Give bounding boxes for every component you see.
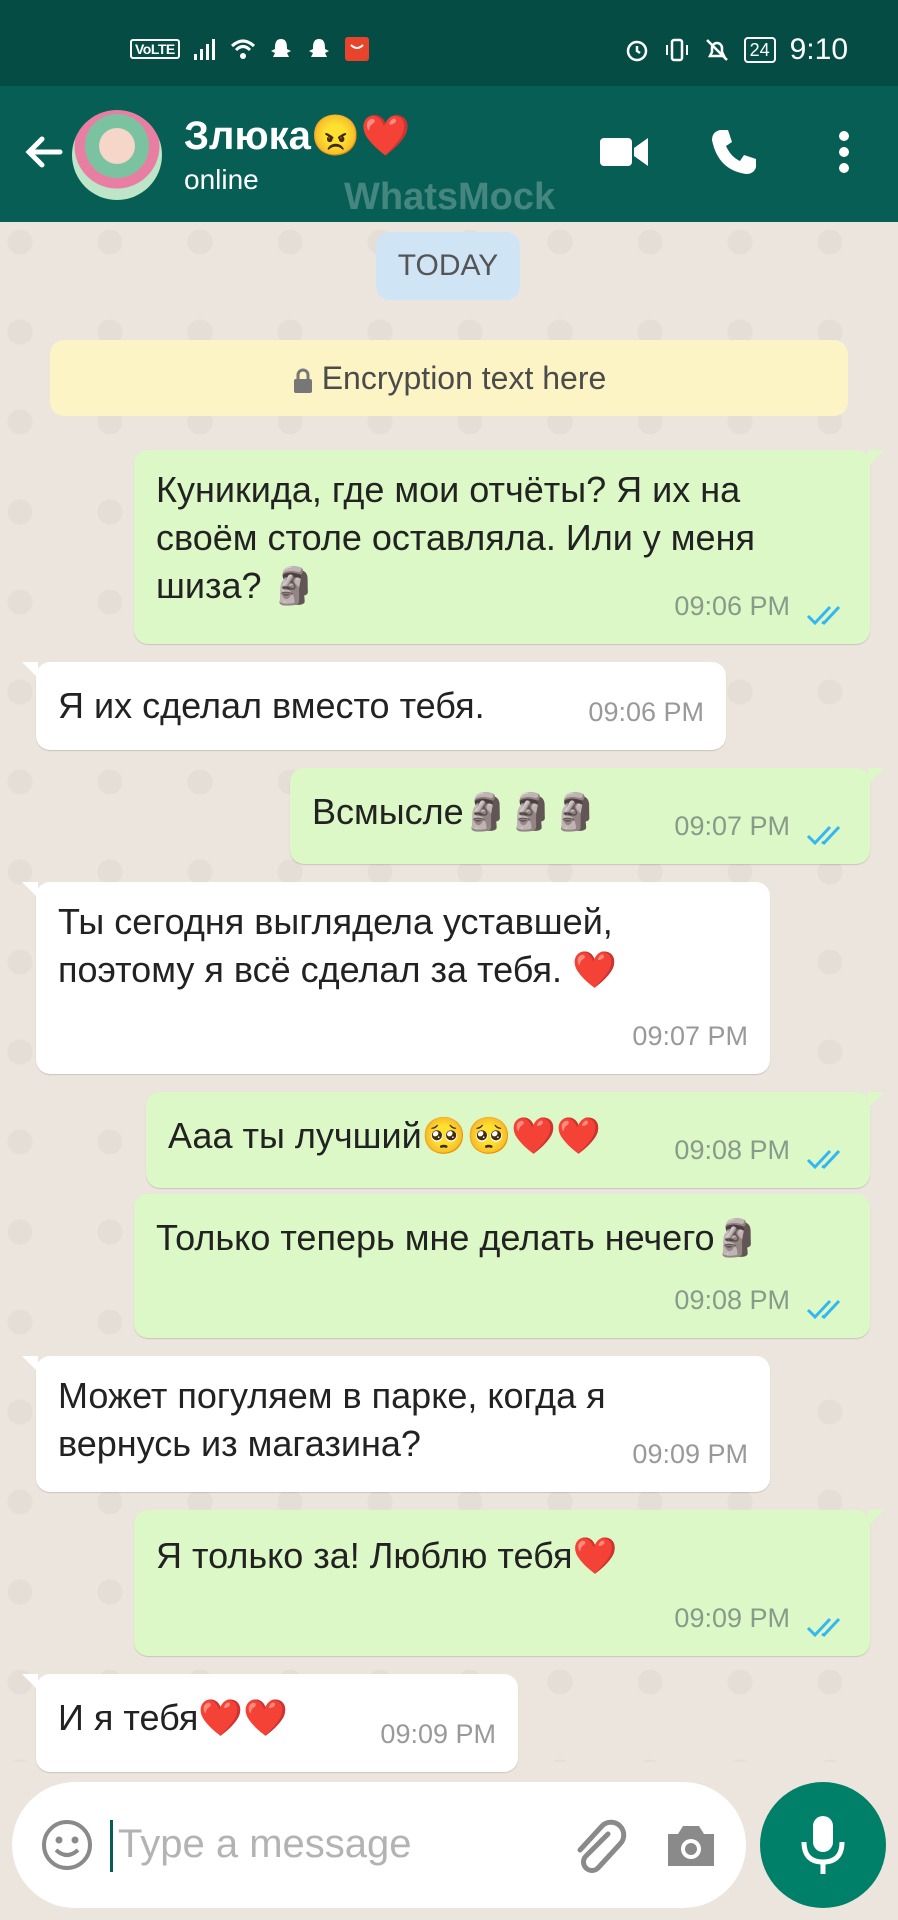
message-text: Ааа ты лучший🥺🥺❤️❤️ <box>168 1115 601 1156</box>
double-check-icon <box>806 825 841 846</box>
message-bubble[interactable]: И я тебя❤️❤️ 09:09 PM <box>22 1674 518 1772</box>
status-right: 24 9:10 <box>624 33 848 67</box>
message-text: Я только за! Люблю тебя❤️ <box>156 1535 618 1576</box>
message-time: 09:06 PM <box>674 591 790 621</box>
message-time: 09:09 PM <box>380 1719 496 1749</box>
message-bubble[interactable]: Я их сделал вместо тебя. 09:06 PM <box>22 662 726 750</box>
vibrate-icon <box>665 38 688 62</box>
clock: 9:10 <box>789 33 848 66</box>
message-time: 09:09 PM <box>632 1439 748 1469</box>
camera-icon[interactable] <box>662 1818 720 1874</box>
message-bubble[interactable]: Может погуляем в парке, когда я вернусь … <box>22 1356 770 1492</box>
snapchat-icon <box>270 39 291 57</box>
message-bubble[interactable]: Куникида, где мои отчёты? Я их на своём … <box>134 450 884 644</box>
message-input[interactable]: Type a message <box>118 1822 412 1867</box>
aliexpress-icon <box>344 37 369 61</box>
mic-icon <box>801 1816 845 1874</box>
contact-avatar[interactable] <box>72 110 162 200</box>
snapchat-icon-2 <box>308 39 329 57</box>
phone-icon[interactable] <box>706 124 762 180</box>
encryption-notice[interactable]: Encryption text here <box>50 340 848 416</box>
message-time: 09:07 PM <box>632 1021 748 1051</box>
message-time: 09:06 PM <box>588 697 704 727</box>
message-time: 09:09 PM <box>674 1603 790 1633</box>
video-call-icon[interactable] <box>596 124 652 180</box>
wifi-icon <box>230 39 255 59</box>
watermark: WhatsMock <box>344 176 556 218</box>
message-bubble[interactable]: Всмысле🗿🗿🗿 09:07 PM <box>290 768 884 864</box>
double-check-icon <box>806 1149 841 1170</box>
message-time: 09:07 PM <box>674 811 790 841</box>
message-time: 09:08 PM <box>674 1285 790 1315</box>
signal-icon <box>193 39 215 60</box>
message-composer[interactable]: Type a message <box>12 1782 746 1908</box>
double-check-icon <box>806 1617 841 1638</box>
message-text: Только теперь мне делать нечего🗿 <box>156 1217 760 1258</box>
mute-icon <box>705 39 728 61</box>
mic-button[interactable] <box>760 1782 886 1908</box>
message-bubble[interactable]: Ааа ты лучший🥺🥺❤️❤️ 09:08 PM <box>146 1092 884 1188</box>
emoji-icon[interactable] <box>40 1818 94 1872</box>
volte-badge: VoLTE <box>130 39 180 59</box>
chat-area[interactable]: TODAY Encryption text here Куникида, где… <box>0 222 898 1772</box>
text-cursor <box>110 1820 113 1872</box>
message-bubble[interactable]: Я только за! Люблю тебя❤️ 09:09 PM <box>134 1510 884 1656</box>
message-text: Всмысле🗿🗿🗿 <box>312 791 599 832</box>
encryption-text: Encryption text here <box>321 360 607 396</box>
message-bubble[interactable]: Только теперь мне делать нечего🗿 09:08 P… <box>134 1194 870 1338</box>
message-bubble[interactable]: Ты сегодня выглядела уставшей, поэтому я… <box>22 882 770 1074</box>
more-vert-icon[interactable] <box>816 124 872 180</box>
message-text: И я тебя❤️❤️ <box>58 1697 289 1738</box>
double-check-icon <box>806 605 841 626</box>
date-chip: TODAY <box>376 232 520 300</box>
message-text: Ты сегодня выглядела уставшей, поэтому я… <box>58 901 617 990</box>
contact-name[interactable]: Злюка😠❤️ <box>184 112 411 159</box>
message-text: Может погуляем в парке, когда я вернусь … <box>58 1375 606 1464</box>
battery-level: 24 <box>743 37 776 63</box>
message-time: 09:08 PM <box>674 1135 790 1165</box>
double-check-icon <box>806 1299 841 1320</box>
lock-icon <box>293 368 312 393</box>
message-text: Я их сделал вместо тебя. <box>58 685 485 726</box>
status-left: VoLTE <box>130 36 370 62</box>
alarm-icon <box>626 40 647 62</box>
back-arrow-icon[interactable] <box>20 128 68 176</box>
chat-header: Злюка😠❤️ online WhatsMock <box>0 86 898 222</box>
attach-icon[interactable] <box>568 1816 630 1878</box>
contact-status: online <box>184 164 259 195</box>
status-bar: VoLTE 24 9:10 <box>0 0 898 86</box>
